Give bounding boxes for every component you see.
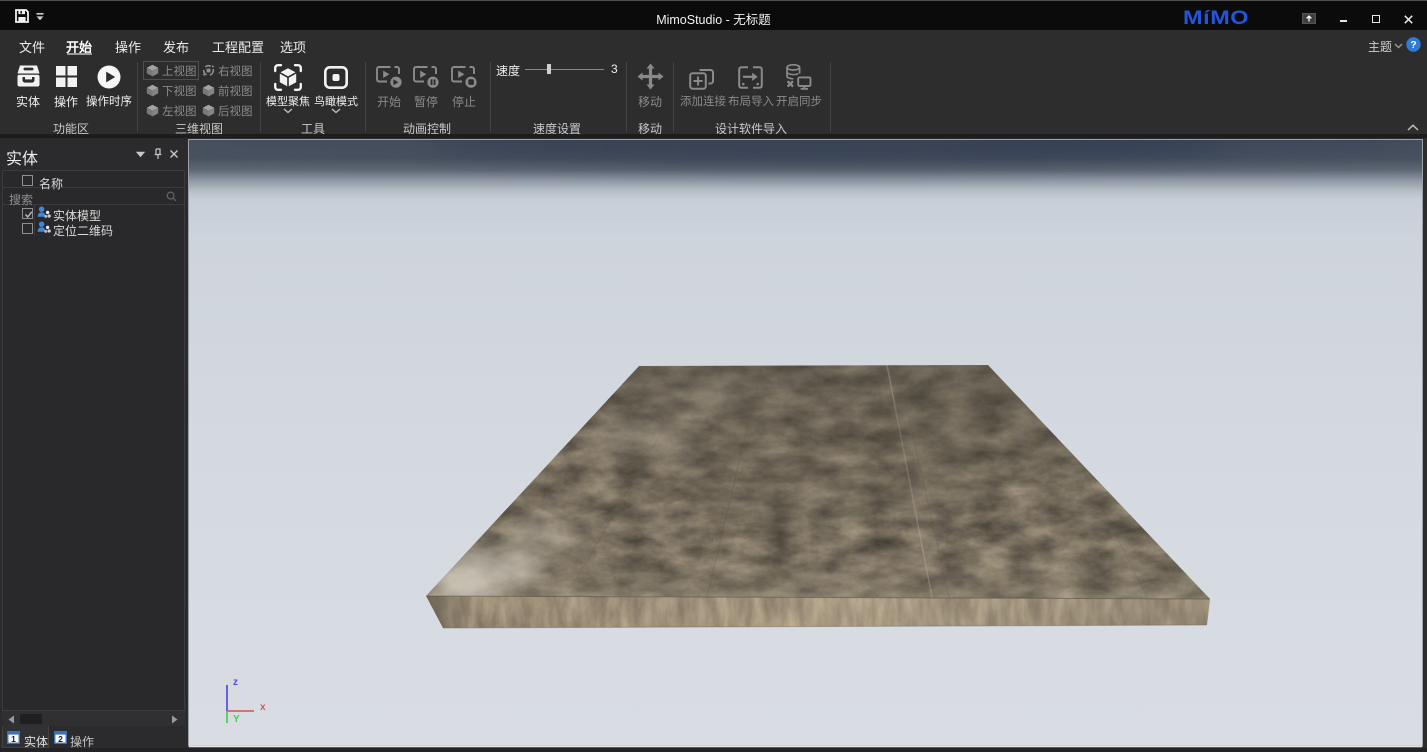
svg-text:Y: Y <box>233 714 240 725</box>
svg-text:2: 2 <box>58 734 63 744</box>
svg-text:?: ? <box>1410 39 1416 51</box>
svg-text:x: x <box>260 702 266 713</box>
svg-text:z: z <box>233 677 238 688</box>
svg-text:1: 1 <box>11 734 16 744</box>
